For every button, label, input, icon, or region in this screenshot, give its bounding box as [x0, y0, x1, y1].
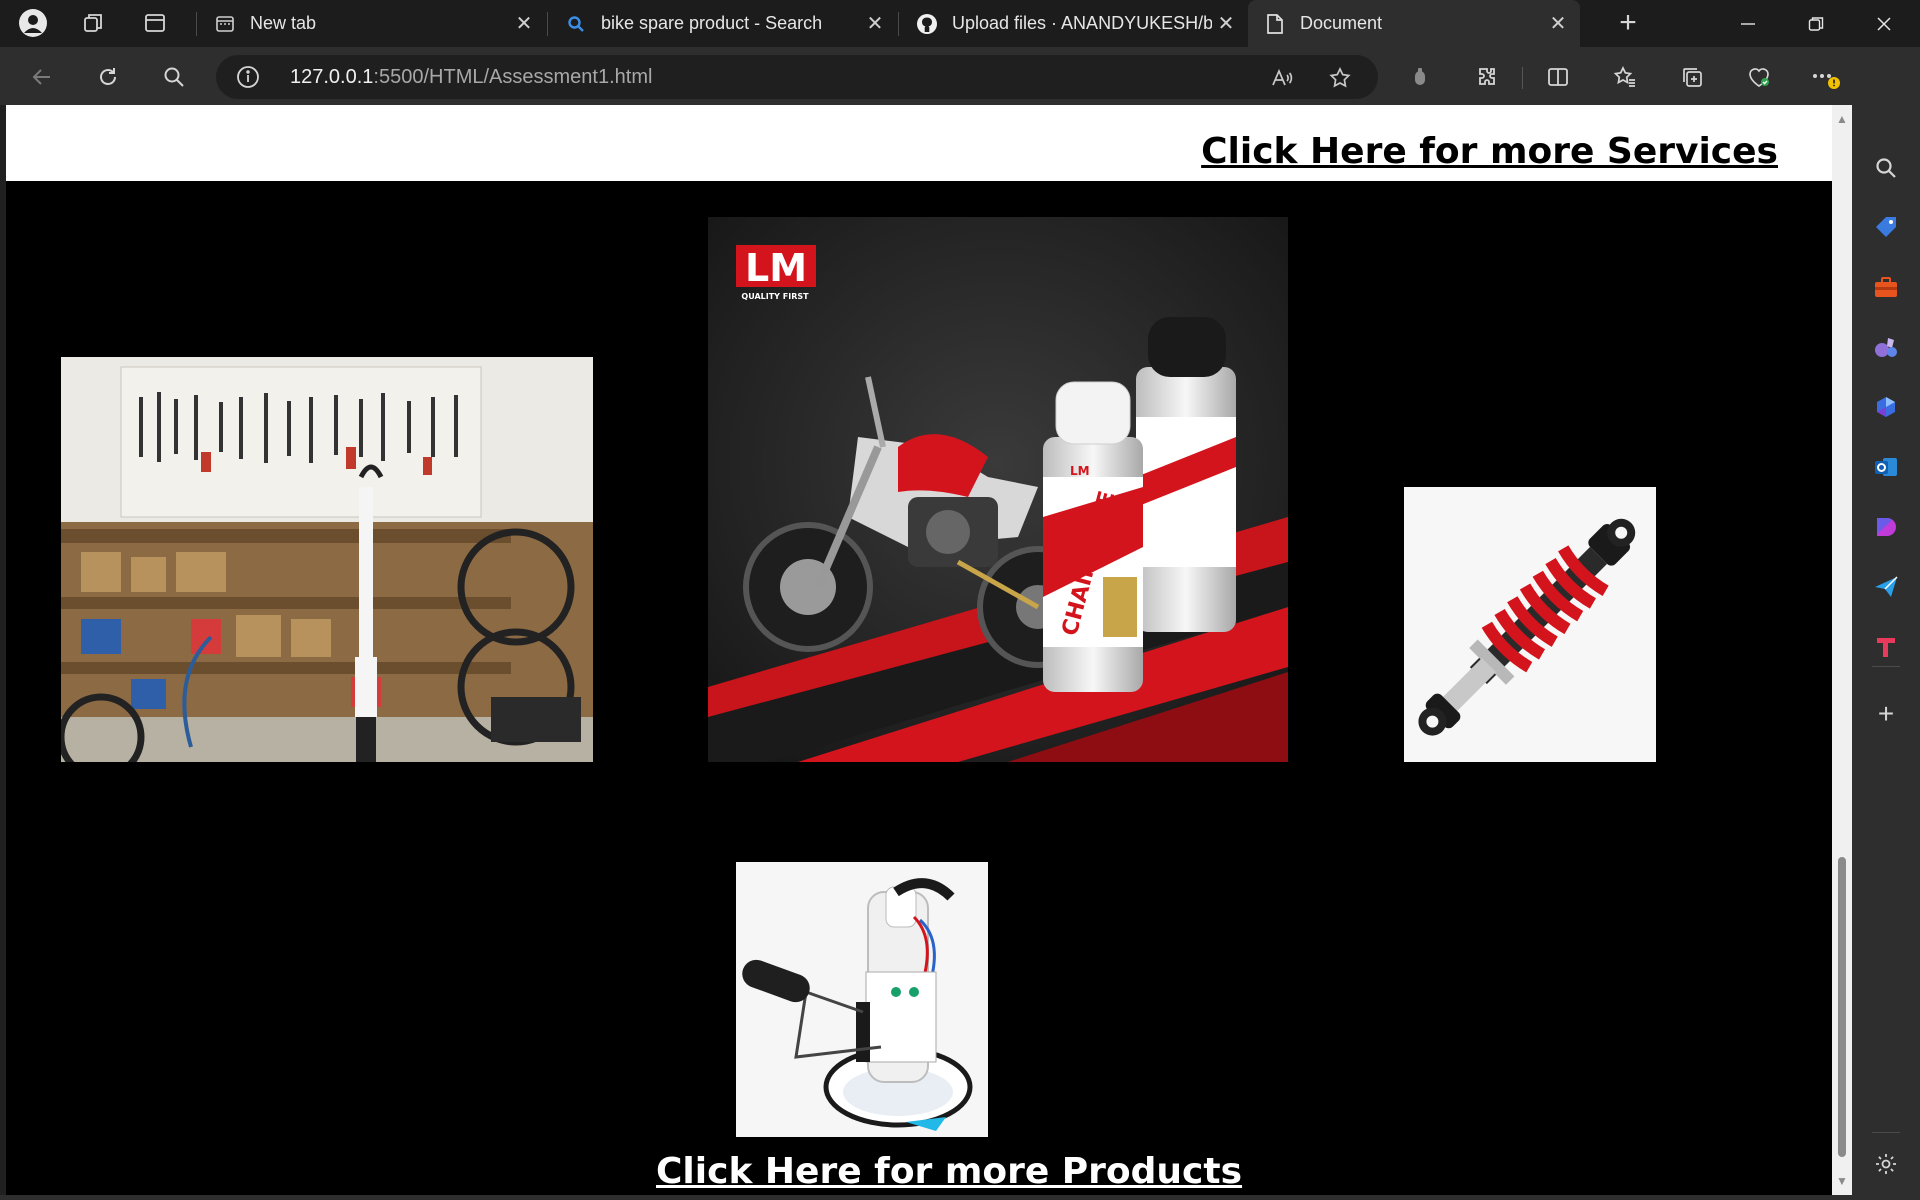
sidebar-search-icon[interactable]	[1869, 151, 1903, 185]
more-services-link[interactable]: Click Here for more Services	[1201, 131, 1778, 172]
scroll-down-arrow-icon[interactable]: ▼	[1836, 1175, 1848, 1187]
profile-avatar-icon[interactable]	[17, 7, 49, 39]
address-bar[interactable]: 127.0.0.1:5500/HTML/Assessment1.html	[216, 55, 1378, 99]
more-products-link[interactable]: Click Here for more Products	[656, 1151, 1242, 1192]
sidebar-shopping-tag-icon[interactable]	[1869, 210, 1903, 244]
url-text[interactable]: 127.0.0.1:5500/HTML/Assessment1.html	[290, 66, 652, 89]
sidebar-copilot-icon[interactable]	[1869, 390, 1903, 424]
chain-lube-ad-icon: LM QUALITY FIRST CHAIN LUBE LM	[708, 217, 1288, 762]
collections-icon[interactable]	[1675, 60, 1709, 94]
tab-separator	[898, 12, 899, 36]
lm-logo-text: LM	[745, 246, 807, 290]
search-icon[interactable]	[157, 60, 191, 94]
refresh-icon[interactable]	[91, 60, 125, 94]
toolbar-separator	[1522, 67, 1523, 89]
tab-label: New tab	[250, 13, 317, 33]
close-tab-icon[interactable]: ✕	[1544, 10, 1572, 38]
sidebar-tools-briefcase-icon[interactable]	[1869, 270, 1903, 304]
tab-github-upload[interactable]: Upload files · ANANDYUKESH/b ✕	[900, 0, 1248, 47]
can-logo-text: LM	[1070, 464, 1090, 478]
tab-label: bike spare product - Search	[601, 13, 823, 33]
split-screen-icon[interactable]	[1541, 60, 1575, 94]
fuel-pump-image	[736, 862, 988, 1137]
document-icon	[1264, 13, 1286, 35]
vertical-tabs-icon[interactable]	[139, 7, 171, 39]
tab-separator	[196, 12, 197, 36]
tab-label: Document	[1300, 13, 1383, 33]
back-arrow-icon[interactable]	[25, 60, 59, 94]
extensions-icon[interactable]	[1470, 60, 1504, 94]
chain-lube-ad-image: LM QUALITY FIRST CHAIN LUBE LM	[708, 217, 1288, 762]
search-icon	[565, 13, 587, 35]
extension-puzzle-small-icon[interactable]	[1403, 60, 1437, 94]
workshop-photo-icon	[61, 357, 593, 762]
page-scrollbar[interactable]: ▲ ▼	[1832, 105, 1852, 1195]
read-aloud-icon[interactable]	[1268, 64, 1296, 92]
sidebar-send-icon[interactable]	[1869, 570, 1903, 604]
settings-more-icon[interactable]	[1808, 60, 1842, 94]
url-path: :5500/HTML/Assessment1.html	[373, 66, 653, 88]
scroll-up-arrow-icon[interactable]: ▲	[1836, 113, 1848, 125]
workspaces-icon[interactable]	[77, 7, 109, 39]
window-bottom-edge	[0, 1195, 1852, 1200]
browser-essentials-icon[interactable]	[1742, 60, 1776, 94]
page-viewport: Click Here for more Services LM QUALITY …	[6, 105, 1832, 1195]
favorite-star-icon[interactable]	[1326, 64, 1354, 92]
close-tab-icon[interactable]: ✕	[861, 10, 889, 38]
new-tab-plus-icon[interactable]: +	[1612, 6, 1644, 39]
sidebar-divider	[1872, 666, 1900, 667]
close-tab-icon[interactable]: ✕	[1212, 10, 1240, 38]
sidebar-settings-gear-icon[interactable]	[1869, 1147, 1903, 1181]
shock-absorber-photo-icon	[1404, 487, 1656, 762]
tab-strip: New tab ✕ bike spare product - Search ✕ …	[0, 0, 1920, 47]
lm-tagline: QUALITY FIRST	[741, 292, 809, 301]
shock-absorber-image	[1404, 487, 1656, 762]
new-tab-page-icon	[214, 13, 236, 35]
navigation-bar: 127.0.0.1:5500/HTML/Assessment1.html	[0, 47, 1920, 105]
tab-label: Upload files · ANANDYUKESH/b	[952, 13, 1212, 33]
close-window-button[interactable]	[1850, 0, 1918, 47]
edge-sidebar: +	[1852, 47, 1920, 1200]
restore-button[interactable]	[1782, 0, 1850, 47]
tab-document[interactable]: Document ✕	[1248, 0, 1580, 47]
favorites-icon[interactable]	[1608, 60, 1642, 94]
sidebar-outlook-icon[interactable]	[1869, 450, 1903, 484]
sidebar-designer-icon[interactable]	[1869, 510, 1903, 544]
sidebar-games-icon[interactable]	[1869, 330, 1903, 364]
tab-new-tab[interactable]: New tab ✕	[198, 0, 546, 47]
url-host: 127.0.0.1	[290, 66, 374, 88]
bike-workshop-image	[61, 357, 593, 762]
sidebar-t-app-icon[interactable]	[1869, 630, 1903, 664]
fuel-pump-photo-icon	[736, 862, 988, 1137]
site-info-icon[interactable]	[236, 65, 260, 89]
tab-bike-search[interactable]: bike spare product - Search ✕	[549, 0, 897, 47]
services-band: Click Here for more Services	[6, 105, 1832, 181]
sidebar-divider	[1872, 1132, 1900, 1133]
close-tab-icon[interactable]: ✕	[510, 10, 538, 38]
tab-separator	[547, 12, 548, 36]
github-icon	[916, 13, 938, 35]
scroll-thumb[interactable]	[1838, 857, 1846, 1157]
sidebar-add-icon[interactable]: +	[1869, 697, 1903, 731]
minimize-button[interactable]	[1714, 0, 1782, 47]
